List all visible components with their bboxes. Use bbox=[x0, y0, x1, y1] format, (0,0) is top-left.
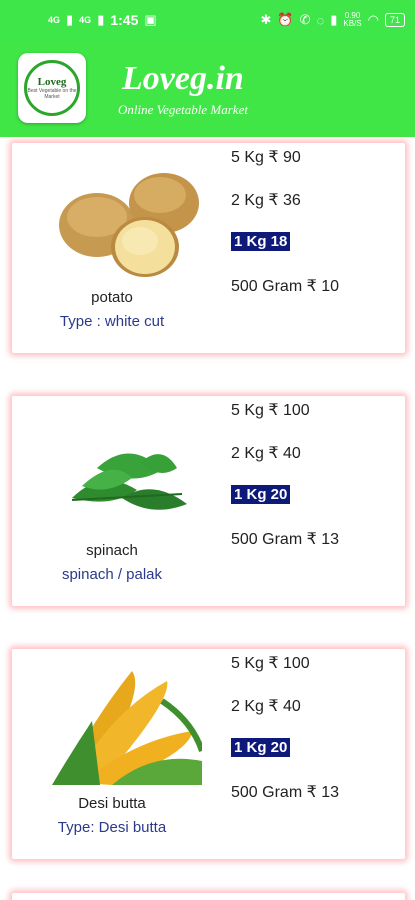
mute-icon: ◌ bbox=[316, 12, 325, 28]
spinach-image bbox=[71, 453, 187, 510]
price-2kg[interactable]: 2 Kg ₹ 36 bbox=[231, 190, 301, 210]
signal-2: 4G bbox=[79, 15, 92, 25]
product-type: Type : white cut bbox=[59, 313, 165, 330]
price-5kg[interactable]: 5 Kg ₹ 100 bbox=[231, 400, 310, 420]
logo-title: Loveg bbox=[37, 76, 67, 88]
logo-subtitle: Best Vegetable on the Market bbox=[27, 88, 77, 100]
signal-bars-icon: ▮ bbox=[97, 12, 105, 27]
clock: 1:45 bbox=[110, 12, 139, 28]
price-500g[interactable]: 500 Gram ₹ 10 bbox=[231, 276, 339, 296]
bluetooth-icon: ✱ bbox=[260, 12, 272, 27]
product-type: Type: Desi butta bbox=[57, 819, 167, 836]
product-card-partial[interactable] bbox=[12, 893, 405, 900]
status-bar: 4G ▮ 4G ▮ 1:45 ▣ ✱ ⏰ ✆ ◌ ▮ 0.90 KB/S ◠ 7… bbox=[0, 0, 415, 40]
price-5kg[interactable]: 5 Kg ₹ 90 bbox=[231, 147, 301, 167]
call-icon: ✆ bbox=[299, 12, 311, 27]
product-card[interactable]: spinach spinach / palak 5 Kg ₹ 100 2 Kg … bbox=[12, 396, 405, 606]
product-type: spinach / palak bbox=[61, 566, 163, 583]
net-speed: 0.90 KB/S bbox=[343, 12, 361, 28]
price-1kg-highlight: 1 Kg 18 bbox=[231, 232, 291, 251]
product-name: spinach bbox=[86, 542, 138, 559]
lte-icon: ▮ bbox=[330, 12, 338, 27]
potato-image bbox=[59, 173, 199, 277]
product-name: potato bbox=[91, 289, 133, 306]
product-name: Desi butta bbox=[78, 795, 146, 812]
price-1kg[interactable]: 1 Kg 20 bbox=[231, 738, 291, 757]
app-tagline: Online Vegetable Market bbox=[118, 102, 248, 117]
signal-bars-icon: ▮ bbox=[66, 12, 74, 27]
price-2kg[interactable]: 2 Kg ₹ 40 bbox=[231, 696, 301, 716]
price-5kg[interactable]: 5 Kg ₹ 100 bbox=[231, 653, 310, 673]
price-500g[interactable]: 500 Gram ₹ 13 bbox=[231, 529, 339, 549]
product-card[interactable]: Desi butta Type: Desi butta 5 Kg ₹ 100 2… bbox=[12, 649, 405, 859]
price-1kg-highlight: 1 Kg 20 bbox=[231, 738, 291, 757]
net-speed-unit: KB/S bbox=[343, 19, 362, 28]
battery-icon: 71 bbox=[384, 13, 405, 27]
price-1kg[interactable]: 1 Kg 20 bbox=[231, 485, 291, 504]
logo-ring: Loveg Best Vegetable on the Market bbox=[24, 60, 80, 116]
app-title: Loveg.in bbox=[122, 60, 244, 97]
product-card[interactable]: potato Type : white cut 5 Kg ₹ 90 2 Kg ₹… bbox=[12, 143, 405, 353]
signal-1: 4G bbox=[48, 15, 61, 25]
app-logo[interactable]: Loveg Best Vegetable on the Market bbox=[18, 53, 86, 123]
corn-image bbox=[52, 671, 202, 785]
price-1kg[interactable]: 1 Kg 18 bbox=[231, 232, 291, 251]
price-500g[interactable]: 500 Gram ₹ 13 bbox=[231, 782, 339, 802]
price-1kg-highlight: 1 Kg 20 bbox=[231, 485, 291, 504]
price-2kg[interactable]: 2 Kg ₹ 40 bbox=[231, 443, 301, 463]
wifi-icon: ◠ bbox=[367, 12, 379, 27]
notification-icon: ▣ bbox=[144, 12, 157, 27]
alarm-icon: ⏰ bbox=[277, 12, 294, 27]
app-bar: Loveg Best Vegetable on the Market Loveg… bbox=[0, 40, 415, 137]
